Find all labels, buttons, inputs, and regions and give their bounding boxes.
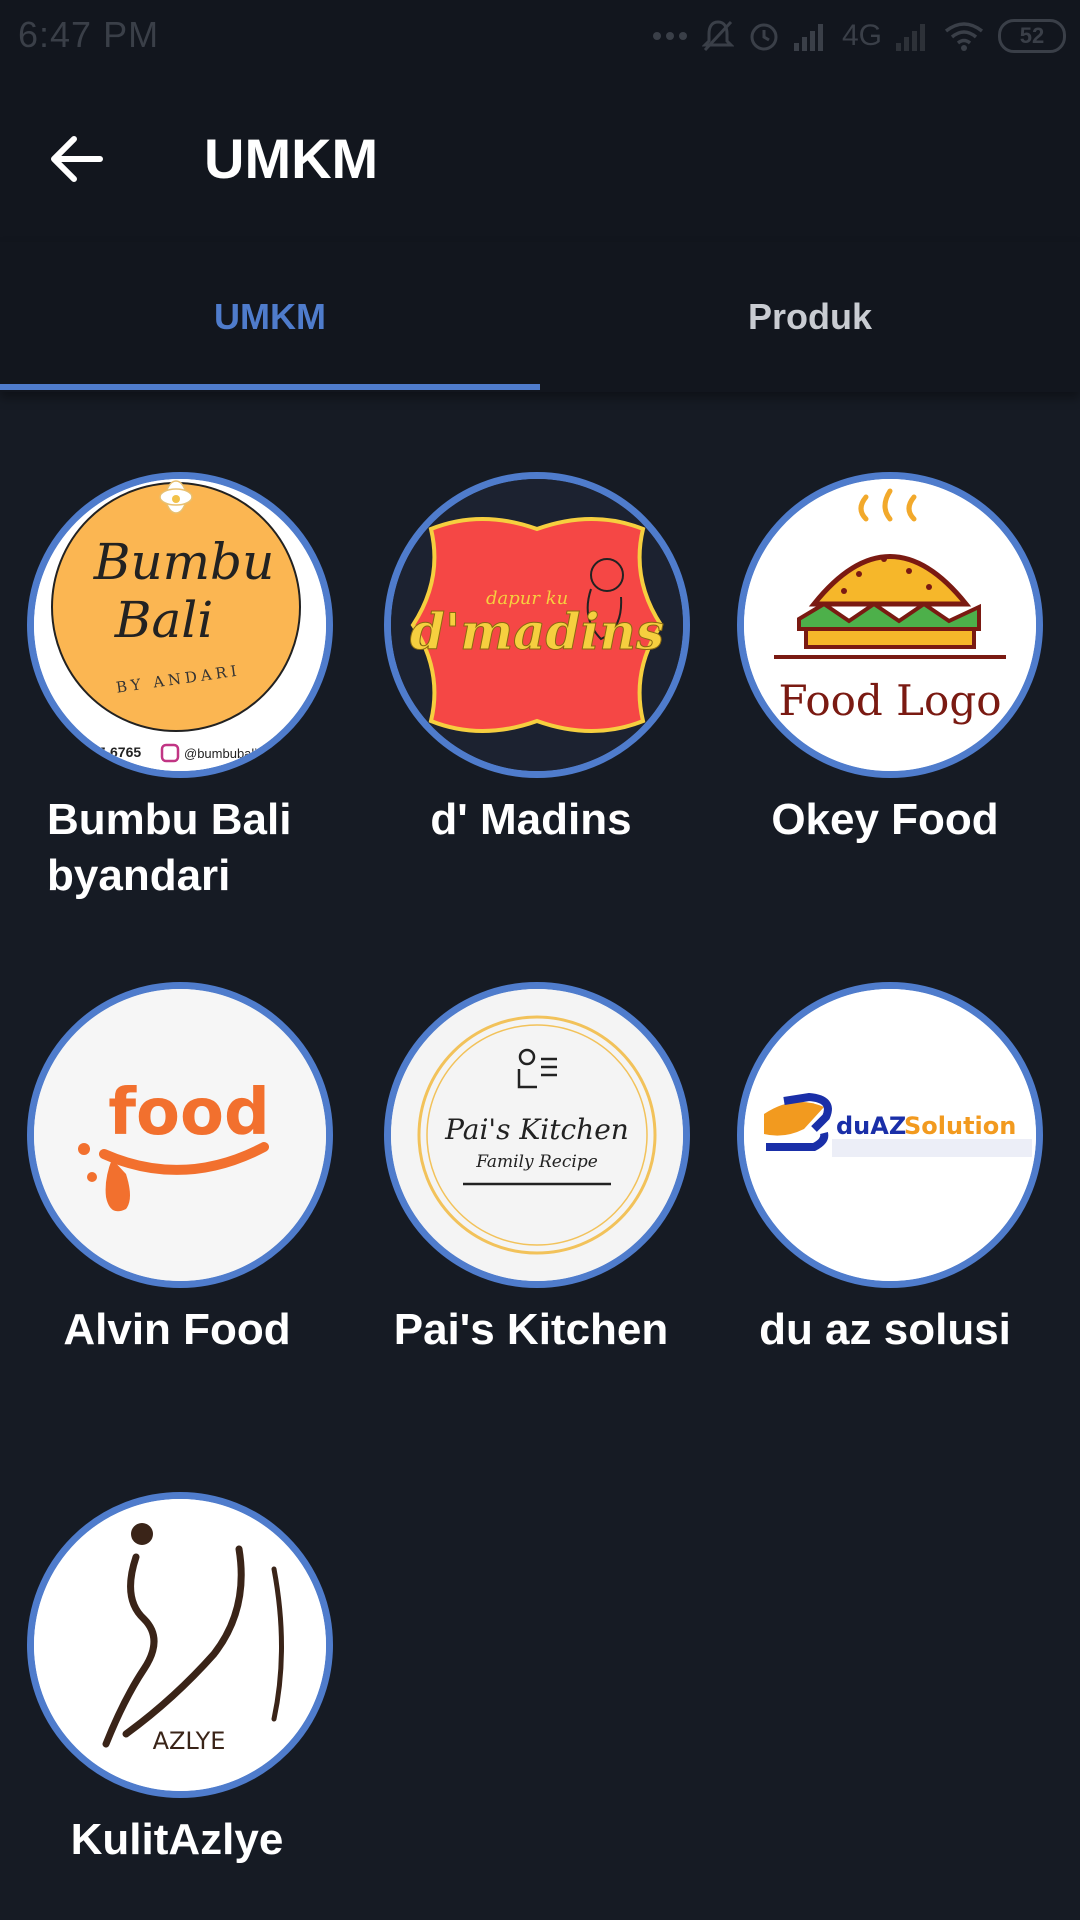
logo-text: Food Logo — [778, 676, 1001, 725]
logo-text: AZLYE — [153, 1727, 226, 1755]
status-time: 6:47 PM — [18, 14, 160, 55]
umkm-name: Alvin Food — [63, 1305, 291, 1354]
logo-handle: @bumbubali — [184, 746, 257, 761]
signal-weak-icon — [896, 21, 930, 51]
logo-text-line1: Bumbu — [93, 533, 275, 591]
logo-subtitle: Family Recipe — [475, 1152, 598, 1172]
alarm-icon — [748, 20, 780, 52]
status-icons: 4G 52 — [652, 12, 1066, 60]
umkm-name: d' Madins — [430, 795, 632, 844]
mute-bell-icon — [701, 19, 734, 53]
arrow-left-icon — [50, 135, 104, 188]
tab-produk[interactable]: Produk — [540, 242, 1080, 392]
back-button[interactable] — [40, 124, 114, 198]
logo-text1: duAZ — [836, 1112, 906, 1140]
logo-title: Pai's Kitchen — [444, 1113, 629, 1146]
umkm-name: Bumbu Bali byandari — [47, 795, 292, 900]
umkm-logo-d-madins[interactable]: dapur ku d'madins — [384, 472, 690, 778]
logo-text2: Solution — [904, 1112, 1016, 1140]
logo-text: food — [108, 1076, 270, 1150]
umkm-name: Okey Food — [771, 795, 999, 844]
battery-level: 52 — [1019, 23, 1045, 48]
battery-icon: 52 — [998, 19, 1066, 53]
umkm-logo-du-az-solusi[interactable]: duAZ Solution — [737, 982, 1043, 1288]
tab-bar: UMKM Produk — [0, 242, 1080, 392]
app-bar: UMKM — [0, 74, 1080, 242]
umkm-name: du az solusi — [759, 1305, 1011, 1354]
umkm-logo-alvin-food[interactable]: food — [27, 982, 333, 1288]
logo-text-line2: Bali — [114, 591, 214, 649]
more-dots-icon — [652, 31, 688, 41]
logo-main-text: d'madins — [410, 602, 664, 661]
umkm-logo-kulitazlye[interactable]: AZLYE — [27, 1492, 333, 1798]
umkm-name: Pai's Kitchen — [393, 1305, 669, 1354]
page-title: UMKM — [204, 127, 379, 190]
logo-footer: 177-6765 — [82, 744, 141, 760]
umkm-logo-okey-food[interactable]: Food Logo — [737, 472, 1043, 778]
network-type: 4G — [841, 19, 882, 52]
status-bar: 6:47 PM 4G 52 — [0, 0, 1080, 74]
tab-indicator — [0, 384, 540, 390]
umkm-logo-bumbu-bali[interactable]: Bumbu Bali BY ANDARI 177-6765 @bumbubali — [27, 472, 333, 778]
umkm-logo-pais-kitchen[interactable]: Pai's Kitchen Family Recipe — [384, 982, 690, 1288]
tab-umkm[interactable]: UMKM — [0, 242, 540, 392]
signal-icon — [793, 21, 828, 51]
wifi-icon — [944, 21, 984, 51]
umkm-name: KulitAzlye — [70, 1815, 284, 1864]
